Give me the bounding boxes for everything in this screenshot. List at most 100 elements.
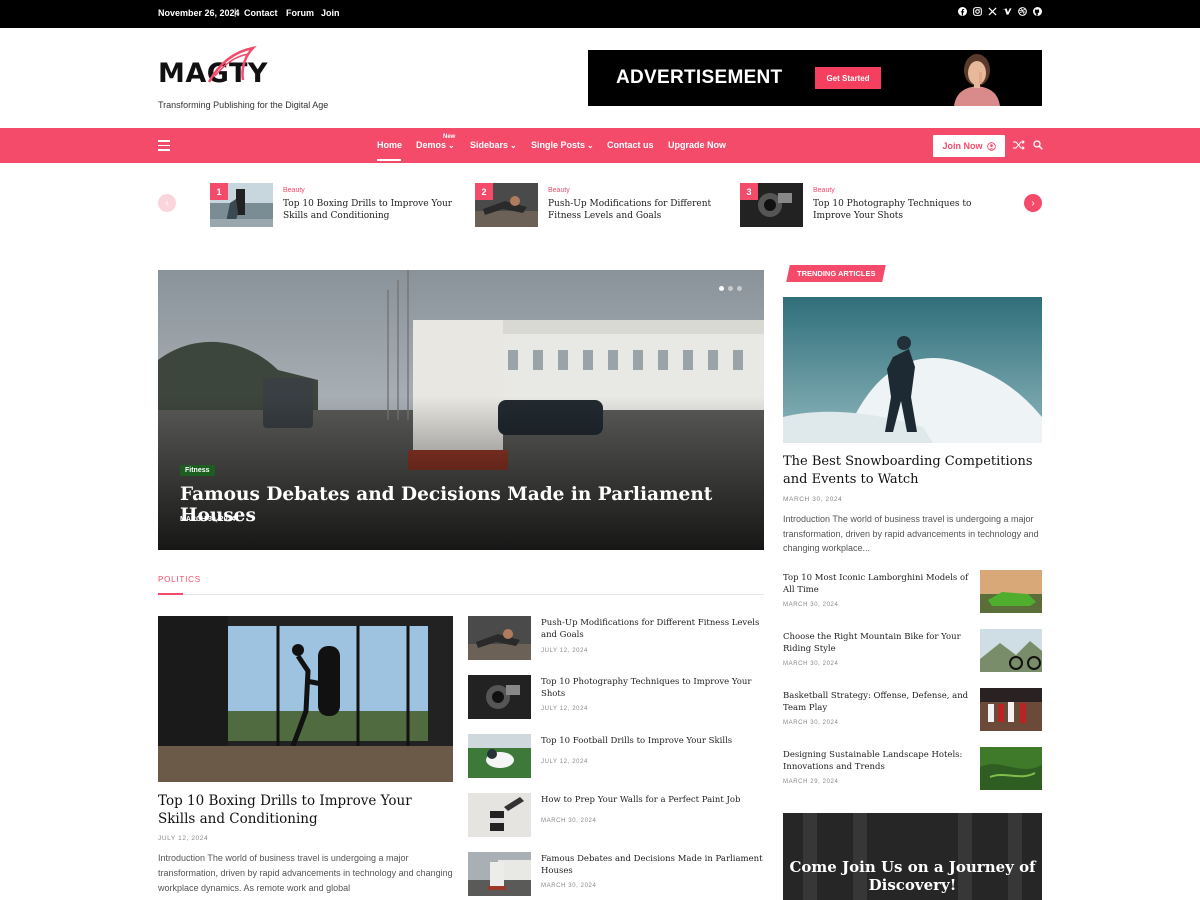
trending-list-item[interactable]: Designing Sustainable Landscape Hotels: … [783, 747, 1042, 791]
post-date: MARCH 30, 2024 [541, 883, 597, 889]
post-title[interactable]: How to Prep Your Walls for a Perfect Pai… [541, 795, 764, 807]
ticker-title[interactable]: Top 10 Photography Techniques to Improve… [813, 199, 993, 222]
ticker-item[interactable]: 1 Beauty Top 10 Boxing Drills to Improve… [210, 183, 460, 228]
slider-dot[interactable] [728, 286, 733, 291]
post-date: JULY 12, 2024 [541, 706, 588, 712]
post-thumbnail [468, 616, 531, 660]
featured-post-image[interactable] [158, 616, 453, 782]
chevron-left-icon: ‹ [165, 197, 169, 209]
top-link-contact[interactable]: Contact [244, 8, 278, 18]
hero-category-badge[interactable]: Fitness [180, 465, 215, 476]
list-item[interactable]: How to Prep Your Walls for a Perfect Pai… [468, 793, 764, 838]
ticker-category[interactable]: Beauty [813, 187, 835, 194]
post-title[interactable]: Top 10 Football Drills to Improve Your S… [541, 736, 764, 748]
ticker-rank: 2 [475, 183, 493, 200]
slider-dots [719, 286, 742, 291]
trending-featured-title[interactable]: The Best Snowboarding Competitions and E… [783, 453, 1042, 489]
post-date: JULY 12, 2024 [541, 759, 588, 765]
advertisement-banner[interactable]: ADVERTISEMENT Get Started [588, 50, 1042, 106]
top-bar-separator: | [234, 7, 237, 17]
ticker-prev-button[interactable]: ‹ [158, 194, 176, 212]
post-thumbnail [468, 734, 531, 778]
section-title-politics: POLITICS [158, 575, 201, 584]
hero-title[interactable]: Famous Debates and Decisions Made in Par… [180, 484, 764, 526]
search-icon[interactable] [1033, 140, 1043, 150]
site-tagline: Transforming Publishing for the Digital … [158, 100, 329, 110]
list-item[interactable]: Top 10 Photography Techniques to Improve… [468, 675, 764, 720]
hamburger-menu-icon[interactable] [158, 140, 170, 154]
nav-upgrade-now[interactable]: Upgrade Now [668, 140, 726, 150]
nav-demos[interactable]: Demos ⌄ [416, 140, 455, 150]
list-item[interactable]: Push-Up Modifications for Different Fitn… [468, 616, 764, 661]
join-now-button[interactable]: Join Now [933, 135, 1005, 157]
section-accent-line [158, 593, 183, 595]
ticker-next-button[interactable]: › [1024, 194, 1042, 212]
post-thumbnail [468, 793, 531, 837]
ad-model-image [954, 54, 1000, 106]
shuffle-icon[interactable] [1013, 140, 1025, 150]
social-links [958, 7, 1042, 16]
current-date: November 26, 2024 [158, 8, 240, 18]
trending-list-item[interactable]: Top 10 Most Iconic Lamborghini Models of… [783, 570, 1042, 614]
ticker-title[interactable]: Top 10 Boxing Drills to Improve Your Ski… [283, 199, 463, 222]
ad-get-started-button[interactable]: Get Started [815, 67, 881, 89]
github-icon[interactable] [1033, 7, 1042, 16]
nav-contact-us[interactable]: Contact us [607, 140, 654, 150]
ticker-title[interactable]: Push-Up Modifications for Different Fitn… [548, 199, 728, 222]
facebook-icon[interactable] [958, 7, 967, 16]
post-title[interactable]: Famous Debates and Decisions Made in Par… [541, 854, 764, 877]
trending-post-date: MARCH 29, 2024 [783, 779, 839, 785]
x-icon[interactable] [988, 7, 997, 16]
nav-single-posts[interactable]: Single Posts ⌄ [531, 140, 594, 150]
section-divider [158, 594, 764, 595]
instagram-icon[interactable] [973, 7, 982, 16]
trending-list-item[interactable]: Choose the Right Mountain Bike for Your … [783, 629, 1042, 673]
trending-post-title[interactable]: Basketball Strategy: Offense, Defense, a… [783, 690, 973, 714]
trending-post-title[interactable]: Designing Sustainable Landscape Hotels: … [783, 749, 973, 773]
logo-swoosh-icon [207, 46, 257, 83]
nav-active-indicator [377, 159, 401, 161]
post-title[interactable]: Top 10 Photography Techniques to Improve… [541, 677, 764, 700]
trending-articles-tag: TRENDING ARTICLES [786, 265, 887, 282]
top-link-join[interactable]: Join [321, 8, 340, 18]
list-item[interactable]: Famous Debates and Decisions Made in Par… [468, 852, 764, 897]
post-date: MARCH 30, 2024 [541, 818, 597, 824]
featured-post-title[interactable]: Top 10 Boxing Drills to Improve Your Ski… [158, 792, 453, 828]
ad-text: ADVERTISEMENT [616, 67, 783, 88]
dribbble-icon[interactable] [1018, 7, 1027, 16]
nav-home[interactable]: Home [377, 140, 402, 150]
chevron-right-icon: › [1031, 197, 1035, 209]
top-link-forum[interactable]: Forum [286, 8, 314, 18]
nav-sidebars[interactable]: Sidebars ⌄ [470, 140, 517, 150]
trending-list-item[interactable]: Basketball Strategy: Offense, Defense, a… [783, 688, 1042, 732]
ticker-item[interactable]: 3 Beauty Top 10 Photography Techniques t… [740, 183, 990, 228]
trending-post-thumbnail [980, 629, 1042, 672]
promo-banner[interactable]: Come Join Us on a Journey of Discovery! [783, 813, 1042, 900]
slider-dot[interactable] [719, 286, 724, 291]
featured-post-excerpt: Introduction The world of business trave… [158, 853, 453, 893]
trending-featured-image[interactable] [783, 297, 1042, 443]
ticker-category[interactable]: Beauty [548, 187, 570, 194]
ticker-rank: 1 [210, 183, 228, 200]
chevron-down-icon: ⌄ [587, 141, 594, 150]
chevron-down-icon: ⌄ [510, 141, 517, 150]
slider-dot[interactable] [737, 286, 742, 291]
post-title[interactable]: Push-Up Modifications for Different Fitn… [541, 618, 764, 641]
trending-post-date: MARCH 30, 2024 [783, 661, 839, 667]
ticker-item[interactable]: 2 Beauty Push-Up Modifications for Diffe… [475, 183, 725, 228]
user-icon [986, 141, 996, 151]
list-item[interactable]: Top 10 Football Drills to Improve Your S… [468, 734, 764, 779]
ticker-rank: 3 [740, 183, 758, 200]
trending-post-title[interactable]: Top 10 Most Iconic Lamborghini Models of… [783, 572, 973, 596]
vimeo-icon[interactable] [1003, 7, 1012, 16]
post-date: JULY 12, 2024 [541, 648, 588, 654]
chevron-down-icon: ⌄ [448, 141, 455, 150]
featured-post-date: JULY 12, 2024 [158, 835, 209, 842]
promo-title[interactable]: Come Join Us on a Journey of Discovery! [783, 858, 1042, 894]
hero-slider[interactable]: Fitness Famous Debates and Decisions Mad… [158, 270, 764, 550]
post-thumbnail [468, 852, 531, 896]
ticker-category[interactable]: Beauty [283, 187, 305, 194]
trending-post-title[interactable]: Choose the Right Mountain Bike for Your … [783, 631, 973, 655]
trending-featured-date: MARCH 30, 2024 [783, 496, 843, 503]
trending-post-thumbnail [980, 570, 1042, 613]
